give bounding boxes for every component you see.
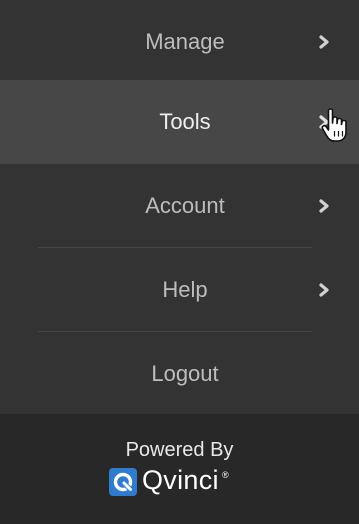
chevron-right-icon <box>319 283 329 297</box>
menu-item-tools[interactable]: Tools <box>0 80 359 164</box>
powered-by-text: Powered By <box>125 439 234 461</box>
menu-item-help[interactable]: Help <box>0 248 359 332</box>
menu-footer: Powered By Qvinci ® <box>0 414 359 524</box>
hand-pointer-icon <box>321 108 347 142</box>
brand-name: Qvinci <box>142 465 219 495</box>
menu-item-label: Account <box>145 193 225 218</box>
brand-logo: Qvinci ® <box>109 465 249 498</box>
qvinci-logo-icon <box>109 468 137 496</box>
menu-item-logout[interactable]: Logout <box>0 332 359 416</box>
menu-item-account[interactable]: Account <box>0 164 359 248</box>
menu-item-label: Logout <box>151 361 219 386</box>
menu-item-label: Help <box>162 277 208 302</box>
registered-mark: ® <box>222 470 229 480</box>
menu-item-label: Tools <box>159 109 211 134</box>
chevron-right-icon <box>319 35 329 49</box>
menu-item-label: Manage <box>145 29 225 54</box>
chevron-right-icon <box>319 199 329 213</box>
menu-item-manage[interactable]: Manage <box>0 0 359 84</box>
side-menu: Manage Tools Account Help Logout <box>0 0 359 414</box>
